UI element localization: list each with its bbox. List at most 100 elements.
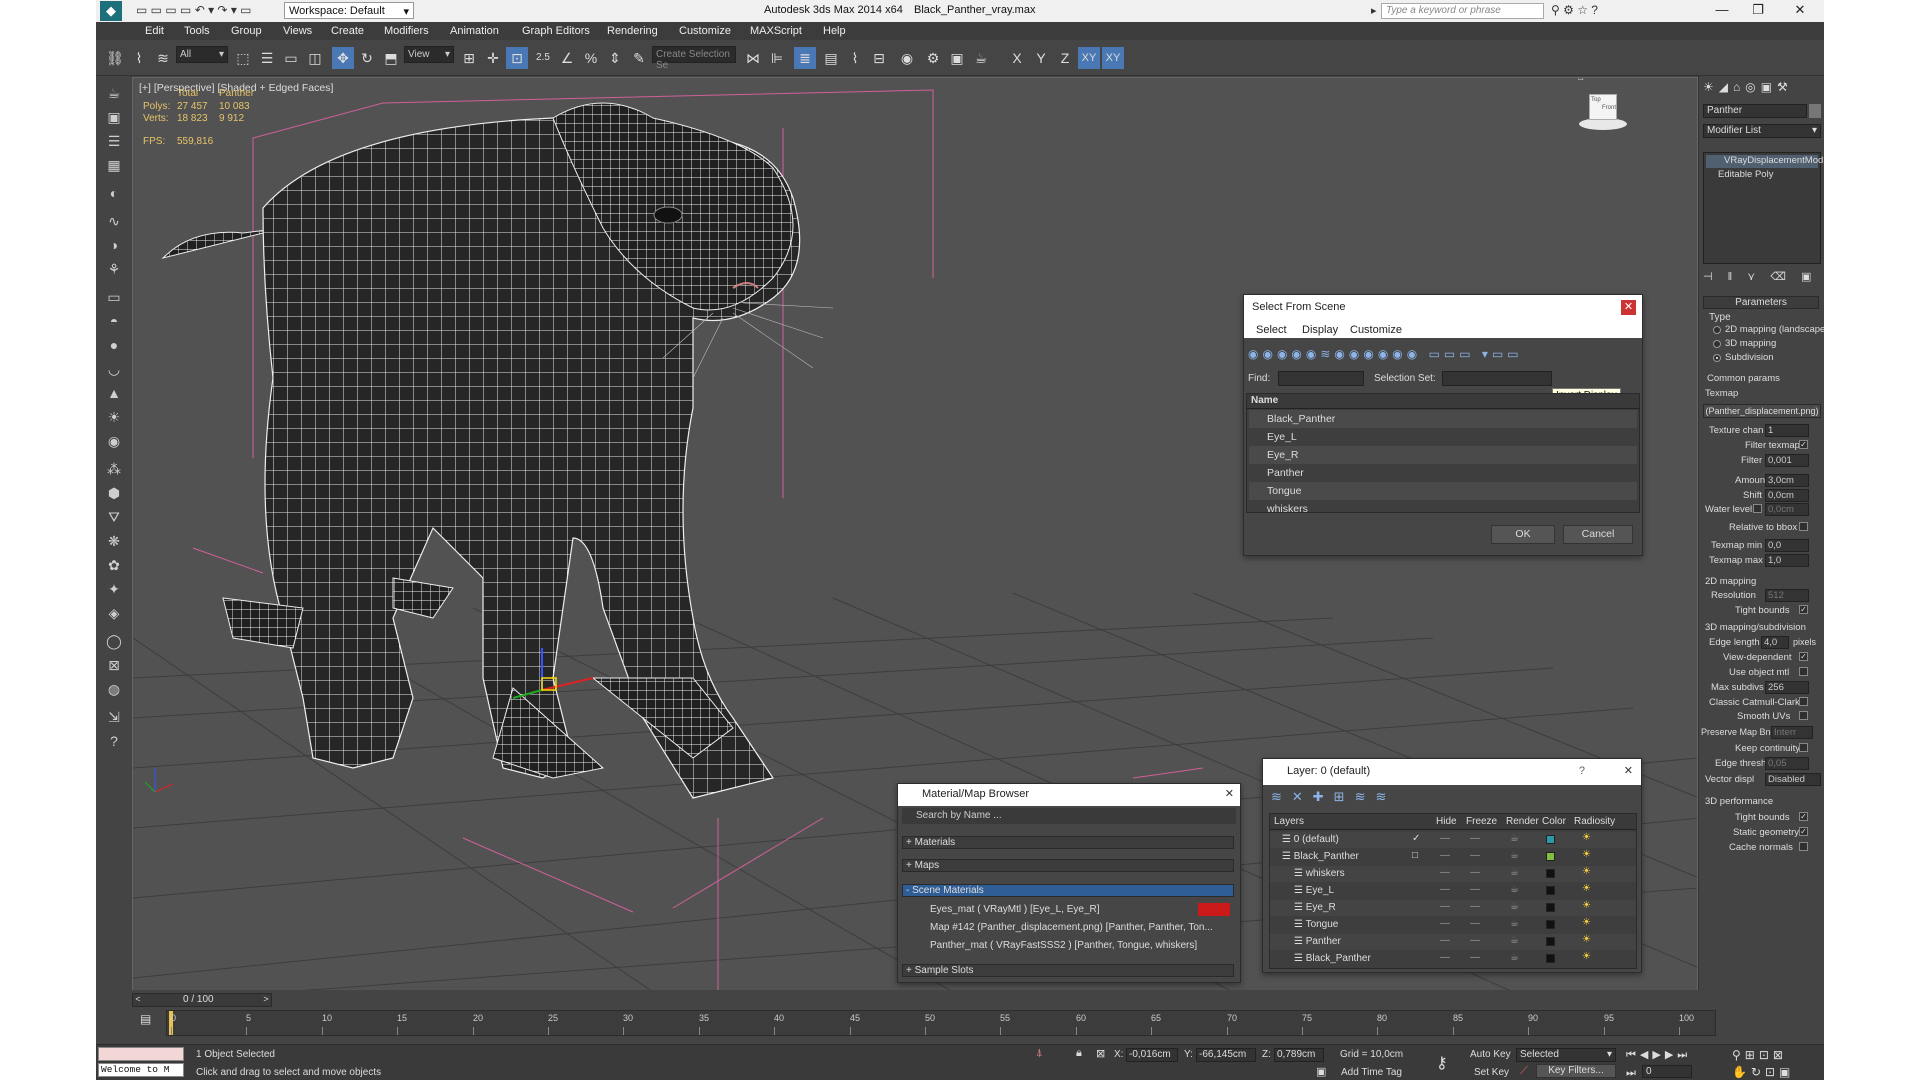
absolute-mode-icon[interactable]: ⊠ bbox=[1096, 1047, 1105, 1060]
app-logo-icon[interactable]: ◆ bbox=[100, 1, 122, 21]
ok-button[interactable]: OK bbox=[1491, 525, 1555, 544]
next-frame-icon[interactable]: > bbox=[261, 994, 271, 1006]
layer-row[interactable]: ☰ Black_Panther □ — — ☕ ☀ bbox=[1270, 849, 1636, 865]
hide-toggle[interactable]: — bbox=[1440, 952, 1450, 963]
menu-graph-editors[interactable]: Graph Editors bbox=[522, 25, 590, 37]
hide-toggle[interactable]: — bbox=[1440, 867, 1450, 878]
col-freeze[interactable]: Freeze bbox=[1466, 816, 1497, 827]
layer-manager-icon[interactable]: ≣ bbox=[794, 47, 816, 69]
col-hide[interactable]: Hide bbox=[1436, 816, 1457, 827]
quick-access-icons[interactable]: ▭ ▭ ▭ ▭ ↶ ▾ ↷ ▾ ▭ bbox=[136, 3, 252, 17]
list-item[interactable]: whiskers bbox=[1249, 500, 1637, 518]
hide-toggle[interactable]: — bbox=[1440, 901, 1450, 912]
radiosity-icon[interactable]: ☀ bbox=[1582, 934, 1591, 945]
layer-color-swatch[interactable] bbox=[1546, 852, 1555, 861]
export-icon[interactable]: ⇲ bbox=[103, 706, 125, 728]
radiosity-icon[interactable]: ☀ bbox=[1582, 883, 1591, 894]
vector-displ-dropdown[interactable]: Disabled bbox=[1765, 773, 1821, 786]
sun-icon[interactable]: ☀ bbox=[103, 406, 125, 428]
layer-color-swatch[interactable] bbox=[1546, 835, 1555, 844]
search-arrow-icon[interactable]: ▸ bbox=[1371, 4, 1377, 17]
group-maps[interactable]: + Maps bbox=[902, 859, 1234, 872]
selection-set-dropdown[interactable] bbox=[1442, 371, 1552, 386]
radio-subdivision[interactable] bbox=[1713, 354, 1721, 362]
mirror-icon[interactable]: ⋈ bbox=[742, 47, 764, 69]
menu-help[interactable]: Help bbox=[823, 25, 846, 37]
radiosity-icon[interactable]: ☀ bbox=[1582, 951, 1591, 962]
render-toggle[interactable]: ☕ bbox=[1510, 952, 1519, 963]
isolate-icon[interactable]: ⍋ bbox=[1036, 1047, 1043, 1060]
layer-row[interactable]: ☰ Black_Panther — — ☕ ☀ bbox=[1270, 951, 1636, 967]
freeze-toggle[interactable]: — bbox=[1470, 952, 1480, 963]
browser-title-bar[interactable]: Material/Map Browser ✕ bbox=[898, 784, 1240, 806]
radiosity-icon[interactable]: ☀ bbox=[1582, 832, 1591, 843]
hide-toggle[interactable]: — bbox=[1440, 884, 1450, 895]
menu-customize[interactable]: Customize bbox=[1350, 324, 1402, 336]
spinner-snap-icon[interactable]: ⇕ bbox=[604, 47, 626, 69]
hf-icon[interactable]: ✦ bbox=[103, 578, 125, 600]
plane-icon[interactable]: ▭ bbox=[103, 286, 125, 308]
minimize-button[interactable]: — bbox=[1708, 2, 1736, 20]
camera-icon[interactable]: ◑ bbox=[103, 234, 125, 256]
layer-row[interactable]: ☰ Panther — — ☕ ☀ bbox=[1270, 934, 1636, 950]
add-time-tag[interactable]: Add Time Tag bbox=[1341, 1067, 1402, 1078]
list-item[interactable]: Eye_L bbox=[1249, 428, 1637, 446]
layer-row[interactable]: ☰ whiskers — — ☕ ☀ bbox=[1270, 866, 1636, 882]
menu-tools[interactable]: Tools bbox=[184, 25, 210, 37]
ribbon-icon[interactable]: ▤ bbox=[820, 47, 842, 69]
cache-normals-checkbox[interactable] bbox=[1799, 842, 1808, 851]
window-crossing-icon[interactable]: ◫ bbox=[304, 47, 326, 69]
current-layer-check[interactable]: ✓ bbox=[1412, 833, 1420, 844]
material-item[interactable]: Panther_mat ( VRayFastSSS2 ) [Panther, T… bbox=[912, 938, 1234, 954]
menu-display[interactable]: Display bbox=[1302, 324, 1338, 336]
ref-coord-dropdown[interactable]: View ▾ bbox=[404, 46, 454, 63]
layer-color-swatch[interactable] bbox=[1546, 886, 1555, 895]
layer-title-bar[interactable]: Layer: 0 (default)? ✕ bbox=[1263, 759, 1641, 785]
track-bar[interactable]: 0 5 10 15 20 25 30 35 40 45 50 55 60 65 70 75 80 85 90 95 10… bbox=[166, 1010, 1716, 1036]
snap-toggle-icon[interactable]: 2.5 bbox=[532, 47, 554, 69]
list-item[interactable]: Eye_R bbox=[1249, 446, 1637, 464]
lock-icon[interactable]: 🔒︎ bbox=[1076, 1047, 1082, 1060]
fur-icon[interactable]: ⁂ bbox=[103, 458, 125, 480]
preserve-map-dropdown[interactable]: Interr bbox=[1771, 726, 1813, 739]
current-frame-field[interactable]: 0 bbox=[1642, 1065, 1692, 1078]
hide-toggle[interactable]: — bbox=[1440, 918, 1450, 929]
filter-texmap-checkbox[interactable]: ✓ bbox=[1799, 440, 1808, 449]
close-icon[interactable]: ✕ bbox=[1225, 787, 1234, 800]
prev-frame-icon[interactable]: < bbox=[133, 994, 143, 1006]
filter-toolbar[interactable]: ◉◉◉◉◉≋◉◉◉◉◉◉ ▭▭▭ ▾▭▭ bbox=[1248, 347, 1638, 365]
layer-row[interactable]: ☰ Tongue — — ☕ ☀ bbox=[1270, 917, 1636, 933]
cone-icon[interactable]: ▲ bbox=[103, 382, 125, 404]
search-by-name-input[interactable]: Search by Name ... bbox=[902, 808, 1236, 824]
render-setup-icon[interactable]: ⚙ bbox=[922, 47, 944, 69]
command-panel-tabs[interactable]: ☀◢⌂◎▣⚒ bbox=[1703, 80, 1821, 98]
material-item[interactable]: Map #142 (Panther_displacement.png) [Pan… bbox=[912, 920, 1234, 936]
menu-maxscript[interactable]: MAXScript bbox=[750, 25, 802, 37]
list-item[interactable]: Panther bbox=[1249, 464, 1637, 482]
menu-group[interactable]: Group bbox=[231, 25, 262, 37]
layer-color-swatch[interactable] bbox=[1546, 937, 1555, 946]
z-coord-field[interactable]: 0,789cm bbox=[1274, 1048, 1324, 1062]
freeze-toggle[interactable]: — bbox=[1470, 867, 1480, 878]
shift-field[interactable]: 0,0cm bbox=[1765, 489, 1809, 502]
render-toggle[interactable]: ☕ bbox=[1510, 918, 1519, 929]
menu-rendering[interactable]: Rendering bbox=[607, 25, 658, 37]
material-editor-icon[interactable]: ◉ bbox=[896, 47, 918, 69]
keep-continuity-checkbox[interactable] bbox=[1799, 743, 1808, 752]
view-dependent-checkbox[interactable]: ✓ bbox=[1799, 652, 1808, 661]
resolution-field[interactable]: 512 bbox=[1765, 589, 1809, 602]
material-icon[interactable]: ◈ bbox=[103, 602, 125, 624]
list-item[interactable]: Black_Panther bbox=[1249, 410, 1637, 428]
freeze-toggle[interactable]: — bbox=[1470, 901, 1480, 912]
align-icon[interactable]: ⊫ bbox=[766, 47, 788, 69]
menu-create[interactable]: Create bbox=[331, 25, 364, 37]
object-color-swatch[interactable] bbox=[1809, 104, 1821, 118]
nav-controls[interactable]: ⚲⊞⊡⊠ bbox=[1732, 1048, 1787, 1062]
layer-row[interactable]: ☰ Eye_L — — ☕ ☀ bbox=[1270, 883, 1636, 899]
freeze-toggle[interactable]: — bbox=[1470, 850, 1480, 861]
layer-toolbar[interactable]: ≋✕✚⊞≋≋ bbox=[1271, 789, 1471, 807]
edge-thresh-field[interactable]: 0,05 bbox=[1765, 757, 1809, 770]
freeze-toggle[interactable]: — bbox=[1470, 935, 1480, 946]
layer-list[interactable]: Layers Hide Freeze Render Color Radiosit… bbox=[1269, 813, 1637, 969]
stack-tools[interactable]: ⊣ ‖ ⋎ ⌫ ▣ bbox=[1703, 270, 1821, 286]
